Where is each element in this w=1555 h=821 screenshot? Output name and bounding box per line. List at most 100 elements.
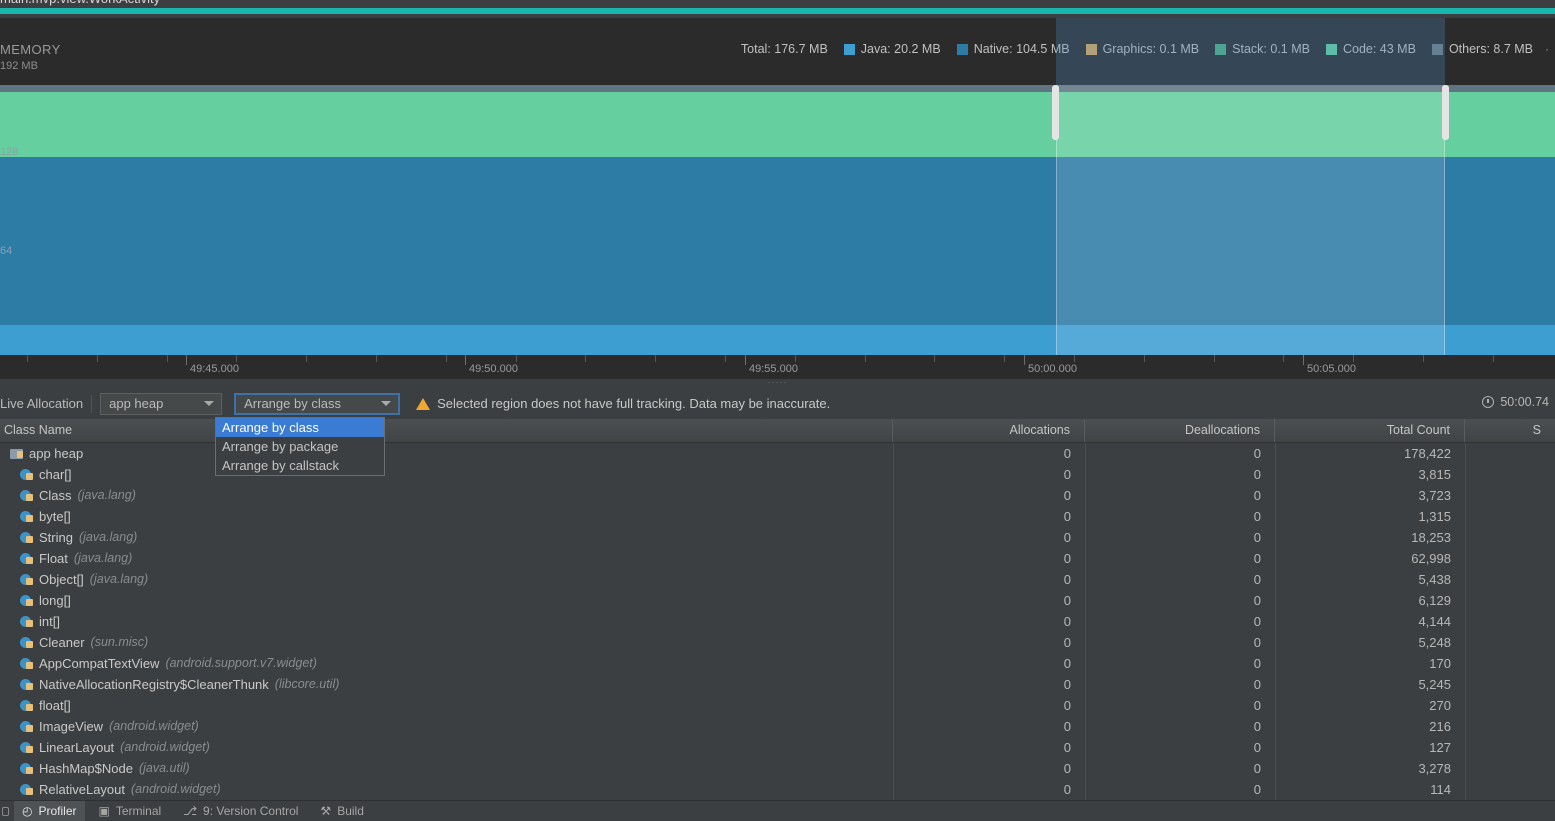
cell-allocations: 0 (1063, 488, 1071, 503)
timestamp-display: 50:00.74 (1482, 395, 1549, 409)
cell-allocations: 0 (1063, 635, 1071, 650)
table-row[interactable]: NativeAllocationRegistry$CleanerThunk (li… (0, 674, 1555, 695)
cell-deallocations: 0 (1253, 446, 1261, 461)
axis-tick (1353, 355, 1354, 362)
cell-total-count: 3,723 (1418, 488, 1451, 503)
collapse-icon[interactable] (2, 807, 9, 816)
chevron-down-icon (204, 401, 215, 406)
class-package-text: (android.widget) (109, 719, 199, 733)
cell-deallocations: 0 (1253, 572, 1261, 587)
cell-deallocations: 0 (1253, 467, 1261, 482)
table-row[interactable]: HashMap$Node (java.util) 0 0 3,278 (0, 758, 1555, 779)
cell-total-count: 170 (1429, 656, 1451, 671)
class-icon (20, 783, 34, 797)
statusbar-item-build[interactable]: ⚒ Build (320, 804, 363, 818)
table-row[interactable]: String (java.lang) 0 0 18,253 (0, 527, 1555, 548)
graph-selection-region[interactable] (1056, 85, 1445, 355)
legend-label: Native: 104.5 MB (973, 42, 1070, 56)
class-package-text: (android.widget) (120, 740, 210, 754)
table-row[interactable]: Class (java.lang) 0 0 3,723 (0, 485, 1555, 506)
cell-deallocations: 0 (1253, 656, 1261, 671)
timeline-axis[interactable]: 49:45.000 49:50.000 49:55.000 50:00.000 50:0… (0, 355, 1555, 379)
axis-tick (446, 355, 447, 362)
legend-label: Code: 43 MB (1342, 42, 1416, 56)
legend-item-java: Java: 20.2 MB (843, 42, 941, 56)
legend-item-native: Native: 104.5 MB (956, 42, 1070, 56)
column-header-class-name[interactable]: Class Name (0, 419, 893, 442)
cell-total-count: 127 (1429, 740, 1451, 755)
table-row[interactable]: long[] 0 0 6,129 (0, 590, 1555, 611)
cell-class-name: AppCompatTextView (android.support.v7.wid… (0, 653, 893, 674)
legend-overflow-icon[interactable]: · (1545, 42, 1549, 56)
class-icon (20, 741, 34, 755)
table-row[interactable]: LinearLayout (android.widget) 0 0 127 (0, 737, 1555, 758)
class-icon (20, 573, 34, 587)
axis-tick (167, 355, 168, 362)
table-row[interactable]: ImageView (android.widget) 0 0 216 (0, 716, 1555, 737)
cell-allocations: 0 (1063, 467, 1071, 482)
cell-class-name: app heap (0, 443, 893, 464)
dropdown-option-1[interactable]: Arrange by package (216, 437, 384, 456)
class-package-text: (java.util) (138, 761, 190, 775)
axis-tick-major (1024, 355, 1025, 365)
table-row[interactable]: int[] 0 0 4,144 (0, 611, 1555, 632)
column-header-deallocations[interactable]: Deallocations (1085, 419, 1275, 442)
cell-class-name: Float (java.lang) (0, 548, 893, 569)
cell-class-name: Cleaner (sun.misc) (0, 632, 893, 653)
table-row[interactable]: Float (java.lang) 0 0 62,998 (0, 548, 1555, 569)
statusbar-item-profiler[interactable]: ◴ Profiler (14, 800, 85, 821)
table-row[interactable]: AppCompatTextView (android.support.v7.wid… (0, 653, 1555, 674)
table-row[interactable]: Cleaner (sun.misc) 0 0 5,248 (0, 632, 1555, 653)
panel-drag-grip[interactable]: ····· (0, 378, 1555, 388)
statusbar-item-terminal[interactable]: ▣ Terminal (99, 804, 162, 818)
bottom-tool-bar: ◴ Profiler ▣ Terminal ⎇ 9: Version Control ⚒ Bu… (0, 800, 1555, 821)
statusbar-item-9-version-control[interactable]: ⎇ 9: Version Control (183, 804, 298, 818)
cell-total-count: 3,815 (1418, 467, 1451, 482)
legend-item-code: Code: 43 MB (1325, 42, 1416, 56)
table-row[interactable]: float[] 0 0 270 (0, 695, 1555, 716)
axis-tick-label: 49:50.000 (469, 363, 518, 375)
version-control-icon: ⎇ (183, 804, 198, 818)
memory-legend: Total: 176.7 MB Java: 20.2 MB Native: 104.… (725, 42, 1549, 56)
cell-class-name: NativeAllocationRegistry$CleanerThunk (li… (0, 674, 893, 695)
heap-select[interactable]: app heap (100, 392, 223, 415)
arrange-dropdown-popup[interactable]: Arrange by class Arrange by package Arrang… (215, 417, 385, 476)
class-name-text: RelativeLayout (39, 782, 125, 797)
class-name-text: float[] (39, 698, 71, 713)
arrange-select[interactable]: Arrange by class (234, 392, 401, 415)
table-row[interactable]: Object[] (java.lang) 0 0 5,438 (0, 569, 1555, 590)
cell-total-count: 216 (1429, 719, 1451, 734)
terminal-icon: ▣ (98, 804, 110, 818)
cell-allocations: 0 (1063, 593, 1071, 608)
class-name-text: AppCompatTextView (39, 656, 160, 671)
cell-allocations: 0 (1063, 782, 1071, 797)
column-header-size[interactable]: S (1465, 419, 1555, 442)
cell-deallocations: 0 (1253, 719, 1261, 734)
axis-tick (585, 355, 586, 362)
cell-allocations: 0 (1063, 530, 1071, 545)
selection-handle-left[interactable] (1052, 85, 1059, 140)
class-icon (20, 636, 34, 650)
legend-item-total: Total: 176.7 MB (741, 42, 828, 56)
statusbar-item-label: Build (337, 804, 364, 818)
legend-swatch-icon (1431, 43, 1443, 55)
column-header-total-count[interactable]: Total Count (1275, 419, 1465, 442)
live-allocation-label: Live Allocation (0, 396, 84, 411)
dropdown-option-2[interactable]: Arrange by callstack (216, 456, 384, 475)
cell-allocations: 0 (1063, 698, 1071, 713)
dropdown-option-0[interactable]: Arrange by class (216, 418, 384, 437)
cell-total-count: 114 (1430, 782, 1451, 797)
table-row[interactable]: RelativeLayout (android.widget) 0 0 114 (0, 779, 1555, 800)
cell-class-name: float[] (0, 695, 893, 716)
cell-class-name: RelativeLayout (android.widget) (0, 779, 893, 800)
memory-section-label: MEMORY (0, 42, 61, 57)
class-name-text: long[] (39, 593, 71, 608)
memory-max-label: 192 MB (0, 60, 38, 72)
cell-class-name: Object[] (java.lang) (0, 569, 893, 590)
table-row[interactable]: byte[] 0 0 1,315 (0, 506, 1555, 527)
class-icon (20, 615, 34, 629)
selection-handle-right[interactable] (1442, 85, 1449, 140)
class-name-text: byte[] (39, 509, 71, 524)
column-header-allocations[interactable]: Allocations (893, 419, 1085, 442)
class-package-text: (java.lang) (77, 488, 136, 502)
